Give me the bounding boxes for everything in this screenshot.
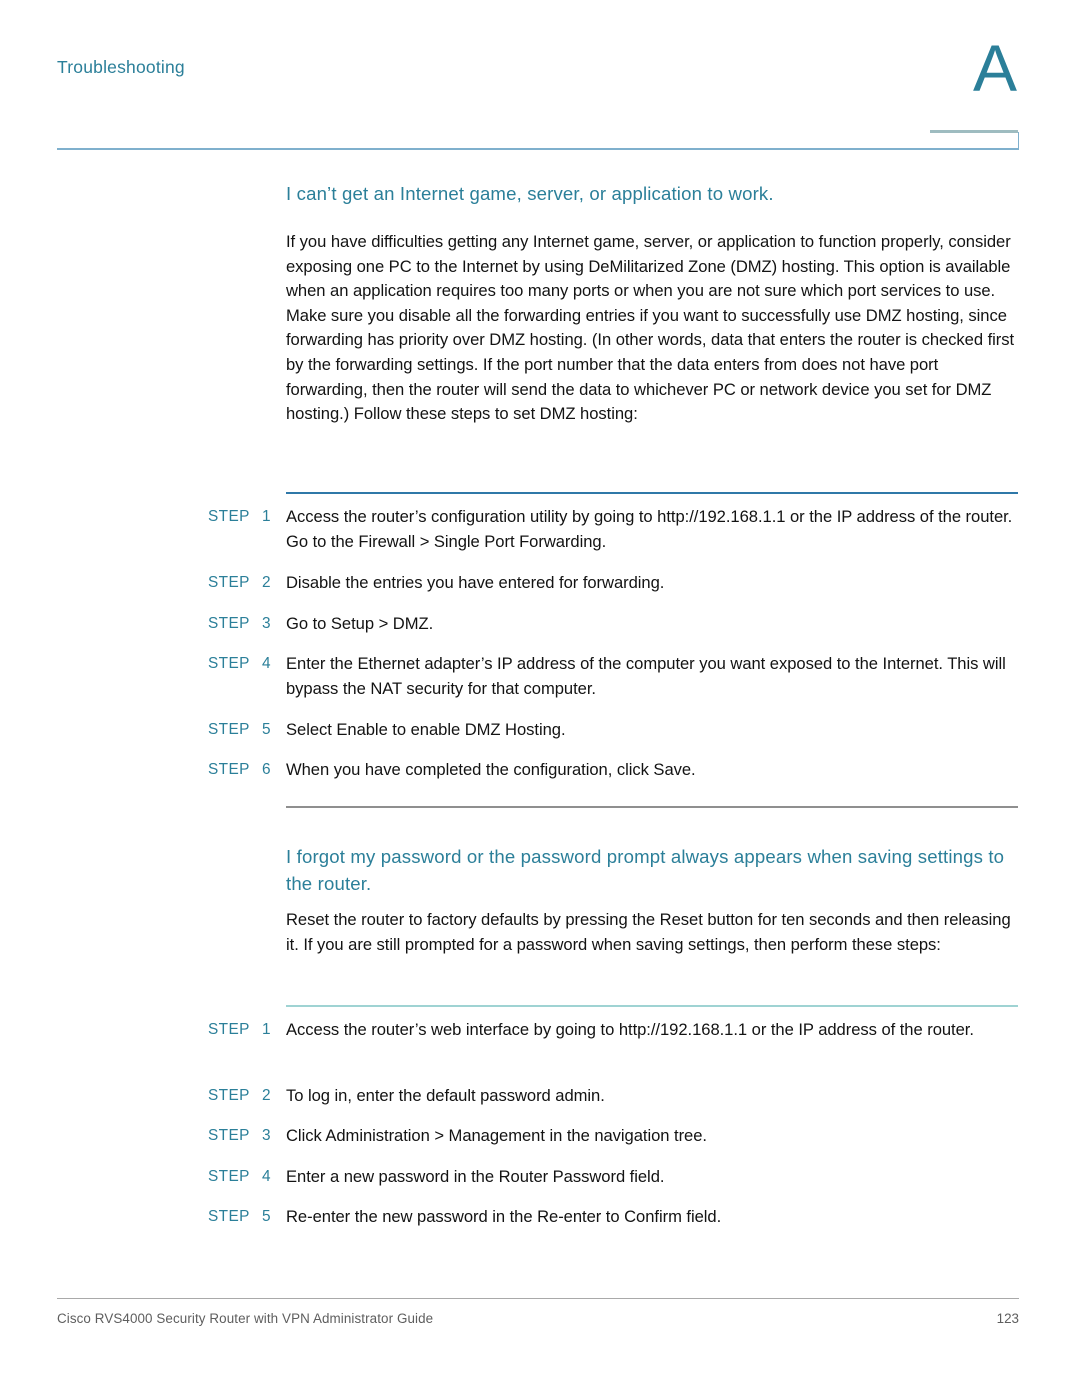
step-item: STEP 1 Access the router’s web interface… xyxy=(0,1018,1080,1042)
step-text: Select Enable to enable DMZ Hosting. xyxy=(286,720,566,739)
chapter-letter: A xyxy=(972,31,1017,105)
step-number: 1 xyxy=(262,1021,271,1038)
page-header: Troubleshooting A xyxy=(57,35,1019,147)
step-text: Enter the Ethernet adapter’s IP address … xyxy=(286,654,1006,698)
step-item: STEP 6 When you have completed the confi… xyxy=(0,758,1080,782)
step-item: STEP 5 Select Enable to enable DMZ Hosti… xyxy=(0,718,1080,742)
step-text: To log in, enter the default password ad… xyxy=(286,1086,605,1105)
header-tab-accent xyxy=(930,130,1018,133)
header-rule-stub xyxy=(1018,132,1020,149)
footer-page-number: 123 xyxy=(996,1311,1019,1326)
step-item: STEP 5 Re-enter the new password in the … xyxy=(0,1205,1080,1229)
steps-rule-top-dmz xyxy=(286,492,1018,494)
footer-title: Cisco RVS4000 Security Router with VPN A… xyxy=(57,1311,434,1326)
step-text: Re-enter the new password in the Re-ente… xyxy=(286,1207,722,1226)
step-text: Disable the entries you have entered for… xyxy=(286,573,665,592)
step-item: STEP 2 Disable the entries you have ente… xyxy=(0,571,1080,595)
section-heading-password: I forgot my password or the password pro… xyxy=(286,846,1005,894)
step-item: STEP 3 Go to Setup > DMZ. xyxy=(0,612,1080,636)
header-rule xyxy=(57,148,1019,150)
step-text: Go to Setup > DMZ. xyxy=(286,614,434,633)
section-intro-dmz: If you have difficulties getting any Int… xyxy=(286,232,1015,424)
step-number: 4 xyxy=(262,655,271,672)
step-item: STEP 4 Enter the Ethernet adapter’s IP a… xyxy=(0,652,1080,698)
step-item: STEP 4 Enter a new password in the Route… xyxy=(0,1165,1080,1189)
footer-rule xyxy=(57,1298,1019,1299)
step-text: Enter a new password in the Router Passw… xyxy=(286,1167,665,1186)
step-item: STEP 2 To log in, enter the default pass… xyxy=(0,1084,1080,1108)
section-heading-dmz: I can’t get an Internet game, server, or… xyxy=(286,183,774,204)
step-text: Click Administration > Management in the… xyxy=(286,1126,707,1145)
step-text: Access the router’s web interface by goi… xyxy=(286,1020,974,1039)
step-item: STEP 3 Click Administration > Management… xyxy=(0,1124,1080,1148)
step-number: 6 xyxy=(262,761,271,778)
running-header-title: Troubleshooting xyxy=(57,57,185,77)
step-text: Access the router’s configuration utilit… xyxy=(286,507,1013,551)
step-number: 3 xyxy=(262,615,271,632)
document-page: Troubleshooting A I can’t get an Interne… xyxy=(0,0,1080,1397)
step-number: 2 xyxy=(262,1087,271,1104)
step-number: 5 xyxy=(262,721,271,738)
step-number: 4 xyxy=(262,1168,271,1185)
step-number: 1 xyxy=(262,508,271,525)
step-number: 2 xyxy=(262,574,271,591)
steps-rule-top-password xyxy=(286,1005,1018,1007)
step-text: When you have completed the configuratio… xyxy=(286,760,696,779)
step-number: 3 xyxy=(262,1127,271,1144)
section-intro-password: Reset the router to factory defaults by … xyxy=(286,910,1011,954)
step-item: STEP 1 Access the router’s configuration… xyxy=(0,505,1080,551)
step-number: 5 xyxy=(262,1208,271,1225)
section-divider-rule xyxy=(286,806,1018,808)
